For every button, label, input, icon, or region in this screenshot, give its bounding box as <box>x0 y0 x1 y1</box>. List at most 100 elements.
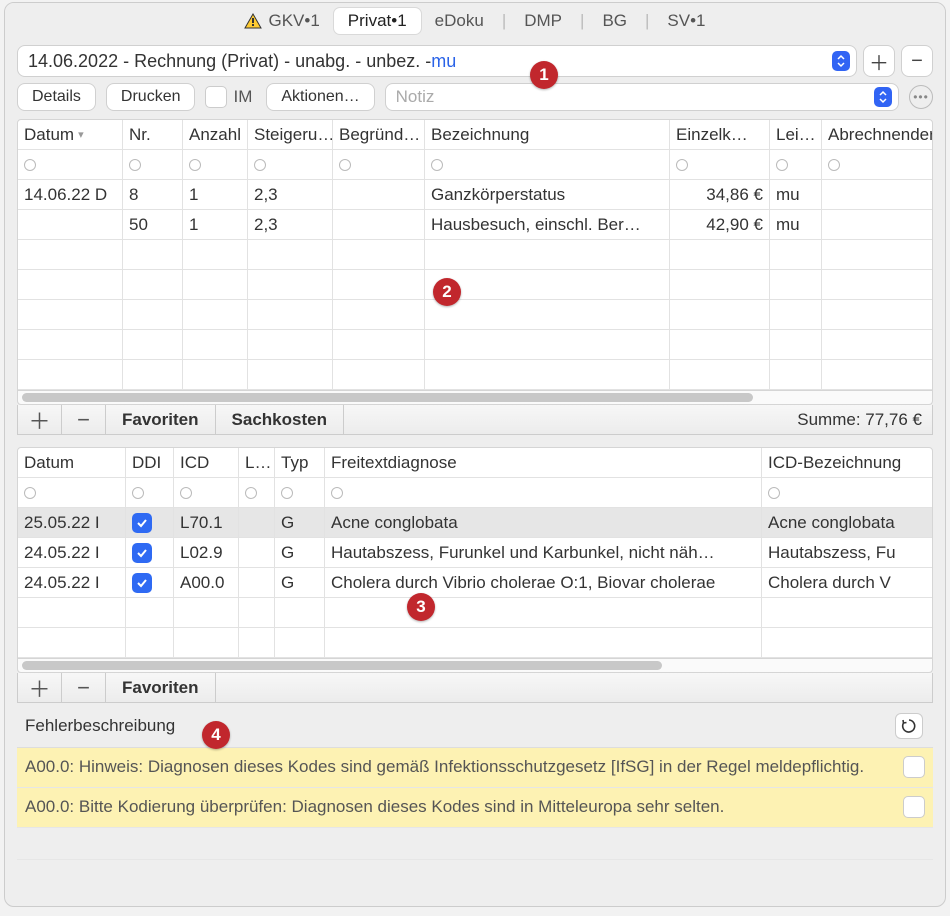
diagnoses-grid: Datum DDI ICD L… Typ Freitextdiagnose IC… <box>17 447 933 659</box>
col-nr[interactable]: Nr. <box>123 120 183 149</box>
add-row-button[interactable]: ＋ <box>18 673 62 702</box>
callout-badge-4: 4 <box>202 721 230 749</box>
reload-button[interactable] <box>895 713 923 739</box>
tab-label: eDoku <box>435 11 484 31</box>
note-placeholder: Notiz <box>396 87 435 107</box>
error-text: A00.0: Hinweis: Diagnosen dieses Kodes s… <box>25 756 903 779</box>
grid-filter-row[interactable] <box>18 478 932 508</box>
col-icd-bez[interactable]: ICD-Bezeichnung <box>762 448 932 477</box>
callout-badge-2: 2 <box>433 278 461 306</box>
col-leistung[interactable]: Lei… <box>770 120 822 149</box>
invoice-text: 14.06.2022 - Rechnung (Privat) - unabg. … <box>28 51 431 72</box>
col-freitext[interactable]: Freitextdiagnose <box>325 448 762 477</box>
sachkosten-tab[interactable]: Sachkosten <box>216 405 344 434</box>
error-row[interactable]: A00.0: Hinweis: Diagnosen dieses Kodes s… <box>17 748 933 788</box>
add-invoice-button[interactable]: ＋ <box>863 45 895 77</box>
favoriten-tab[interactable]: Favoriten <box>106 673 216 702</box>
col-dd[interactable]: DDI <box>126 448 174 477</box>
table-row[interactable] <box>18 628 932 658</box>
col-anzahl[interactable]: Anzahl <box>183 120 248 149</box>
tab-dmp[interactable]: DMP <box>510 8 576 34</box>
im-label: IM <box>233 87 252 107</box>
horizontal-scrollbar[interactable] <box>17 391 933 405</box>
col-l[interactable]: L… <box>239 448 275 477</box>
col-icd[interactable]: ICD <box>174 448 239 477</box>
note-input[interactable]: Notiz <box>385 83 899 111</box>
button-label: Drucken <box>121 88 181 106</box>
grid-filter-row[interactable] <box>18 150 932 180</box>
remove-row-button[interactable]: − <box>62 673 106 702</box>
error-text: A00.0: Bitte Kodierung überprüfen: Diagn… <box>25 796 903 819</box>
grid-header: Datum▾ Nr. Anzahl Steigeru… Begründ… Bez… <box>18 120 932 150</box>
grid-header: Datum DDI ICD L… Typ Freitextdiagnose IC… <box>18 448 932 478</box>
checkbox-on-icon[interactable] <box>132 543 152 563</box>
sort-desc-icon: ▾ <box>78 128 84 141</box>
remove-invoice-button[interactable]: − <box>901 45 933 77</box>
invoice-suffix: mu <box>431 51 456 72</box>
col-steigerung[interactable]: Steigeru… <box>248 120 333 149</box>
table-row[interactable] <box>18 300 932 330</box>
favoriten-tab[interactable]: Favoriten <box>106 405 216 434</box>
error-checkbox[interactable] <box>903 796 925 818</box>
sum-label: Summe: 77,76 € <box>344 405 932 434</box>
tab-edoku[interactable]: eDoku <box>421 8 498 34</box>
error-checkbox[interactable] <box>903 756 925 778</box>
button-label: Details <box>32 88 81 106</box>
details-button[interactable]: Details <box>17 83 96 111</box>
error-section-title: Fehlerbeschreibung <box>25 716 175 736</box>
tab-privat[interactable]: Privat•1 <box>334 8 421 34</box>
table-row[interactable]: 14.06.22 D 8 1 2,3 Ganzkörperstatus 34,8… <box>18 180 932 210</box>
refresh-icon <box>901 718 917 734</box>
invoice-selector[interactable]: 14.06.2022 - Rechnung (Privat) - unabg. … <box>17 45 857 77</box>
tab-bg[interactable]: BG <box>588 8 641 34</box>
col-datum[interactable]: Datum▾ <box>18 120 123 149</box>
tab-gkv[interactable]: GKV•1 <box>230 8 333 34</box>
more-icon[interactable]: ••• <box>909 85 933 109</box>
col-datum[interactable]: Datum <box>18 448 126 477</box>
error-row[interactable]: A00.0: Bitte Kodierung überprüfen: Diagn… <box>17 788 933 828</box>
chevron-updown-icon[interactable] <box>832 51 850 71</box>
table-row[interactable]: 25.05.22 I L70.1 G Acne conglobata Acne … <box>18 508 932 538</box>
table-row[interactable]: 50 1 2,3 Hausbesuch, einschl. Ber… 42,90… <box>18 210 932 240</box>
table-row[interactable] <box>18 598 932 628</box>
col-typ[interactable]: Typ <box>275 448 325 477</box>
table-row[interactable] <box>18 240 932 270</box>
checkbox-on-icon[interactable] <box>132 513 152 533</box>
tab-label: GKV•1 <box>268 11 319 31</box>
table-row[interactable] <box>18 270 932 300</box>
error-row[interactable] <box>17 828 933 860</box>
table-row[interactable]: 24.05.22 I L02.9 G Hautabszess, Furunkel… <box>18 538 932 568</box>
tab-sep: | <box>641 11 653 31</box>
tab-label: Privat•1 <box>348 11 407 31</box>
im-checkbox[interactable] <box>205 86 227 108</box>
tab-label: BG <box>602 11 627 31</box>
print-button[interactable]: Drucken <box>106 83 196 111</box>
callout-badge-1: 1 <box>530 61 558 89</box>
warning-icon <box>244 13 262 29</box>
remove-row-button[interactable]: − <box>62 405 106 434</box>
horizontal-scrollbar[interactable] <box>17 659 933 673</box>
actions-button[interactable]: Aktionen… <box>266 83 374 111</box>
callout-badge-3: 3 <box>407 593 435 621</box>
button-label: Aktionen… <box>281 88 359 106</box>
checkbox-on-icon[interactable] <box>132 573 152 593</box>
tab-sep: | <box>576 11 588 31</box>
col-abrechnender[interactable]: Abrechnender / <box>822 120 932 149</box>
col-einzelkosten[interactable]: Einzelk… <box>670 120 770 149</box>
tab-label: DMP <box>524 11 562 31</box>
top-tabs: GKV•1 Privat•1 eDoku | DMP | BG | SV•1 <box>5 3 945 39</box>
table-row[interactable] <box>18 360 932 390</box>
table-row[interactable] <box>18 330 932 360</box>
add-row-button[interactable]: ＋ <box>18 405 62 434</box>
table-row[interactable]: 24.05.22 I A00.0 G Cholera durch Vibrio … <box>18 568 932 598</box>
tab-sv[interactable]: SV•1 <box>653 8 719 34</box>
diagnoses-subtoolbar: ＋ − Favoriten <box>17 673 933 703</box>
positions-subtoolbar: ＋ − Favoriten Sachkosten Summe: 77,76 € <box>17 405 933 435</box>
error-list: A00.0: Hinweis: Diagnosen dieses Kodes s… <box>17 747 933 860</box>
col-bezeichnung[interactable]: Bezeichnung <box>425 120 670 149</box>
tab-sep: | <box>498 11 510 31</box>
col-begruendung[interactable]: Begründ… <box>333 120 425 149</box>
tab-label: SV•1 <box>667 11 705 31</box>
chevron-icon[interactable] <box>874 87 892 107</box>
positions-grid: Datum▾ Nr. Anzahl Steigeru… Begründ… Bez… <box>17 119 933 391</box>
